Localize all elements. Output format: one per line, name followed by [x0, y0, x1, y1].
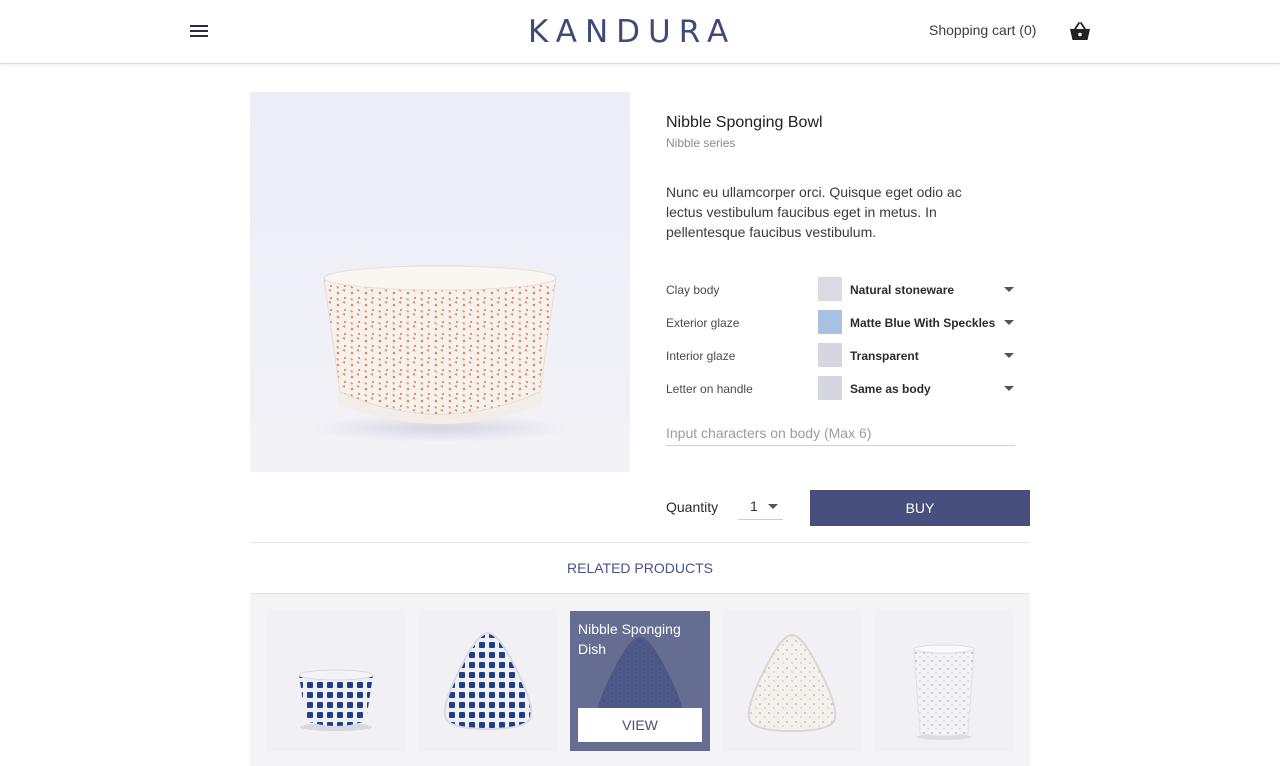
product-thumbnail	[443, 631, 533, 731]
menu-icon[interactable]	[190, 25, 210, 39]
related-products-section: RELATED PRODUCTS Nibble Sponging Dish VI…	[250, 542, 1030, 766]
product-title: Nibble Sponging Bowl	[666, 114, 823, 131]
letter-on-handle-select[interactable]: Same as body	[818, 376, 1016, 400]
interior-glaze-select[interactable]: Transparent	[818, 343, 1016, 367]
option-label: Letter on handle	[666, 382, 753, 396]
site-logo[interactable]: KANDURA	[528, 14, 754, 50]
caret-down-icon	[1004, 353, 1014, 358]
option-label: Exterior glaze	[666, 316, 740, 330]
shopping-cart-link[interactable]: Shopping cart (0)	[929, 22, 1036, 38]
option-row-letter-on-handle: Letter on handle Same as body	[666, 376, 1016, 402]
quantity-value: 1	[750, 498, 758, 514]
select-value: Same as body	[850, 382, 931, 396]
clay-body-select[interactable]: Natural stoneware	[818, 277, 1016, 301]
related-product-card-hovered[interactable]: Nibble Sponging Dish VIEW	[570, 611, 710, 751]
option-row-interior-glaze: Interior glaze Transparent	[666, 343, 1016, 369]
bowl-illustration	[310, 265, 570, 442]
select-value: Matte Blue With Speckles	[850, 316, 996, 330]
swatch	[818, 376, 842, 400]
related-products-title: RELATED PRODUCTS	[567, 560, 713, 576]
swatch	[818, 277, 842, 301]
product-thumbnail	[747, 633, 837, 733]
product-series: Nibble series	[666, 136, 736, 150]
product-description: Nunc eu ullamcorper orci. Quisque eget o…	[666, 184, 962, 240]
cart-count: (0)	[1019, 22, 1037, 38]
caret-down-icon	[768, 504, 778, 509]
caret-down-icon	[1004, 320, 1014, 325]
option-label: Clay body	[666, 283, 720, 297]
swatch	[818, 343, 842, 367]
product-image	[250, 92, 630, 472]
caret-down-icon	[1004, 287, 1014, 292]
product-thumbnail	[913, 644, 975, 740]
related-products-carousel: Nibble Sponging Dish VIEW	[250, 594, 1030, 766]
buy-button[interactable]: BUY	[810, 490, 1030, 526]
engraving-input[interactable]	[666, 420, 1015, 446]
shopping-basket-icon[interactable]	[1069, 22, 1091, 42]
swatch	[818, 310, 842, 334]
option-label: Interior glaze	[666, 349, 736, 363]
related-product-card[interactable]	[722, 611, 862, 751]
site-header: KANDURA Shopping cart (0)	[0, 0, 1280, 64]
cart-label: Shopping cart	[929, 22, 1016, 38]
related-product-card[interactable]	[266, 611, 406, 751]
related-product-name: Nibble Sponging Dish	[578, 621, 681, 657]
exterior-glaze-select[interactable]: Matte Blue With Speckles	[818, 310, 1016, 334]
select-value: Transparent	[850, 349, 919, 363]
option-row-clay-body: Clay body Natural stoneware	[666, 277, 1016, 303]
option-row-exterior-glaze: Exterior glaze Matte Blue With Speckles	[666, 310, 1016, 336]
related-product-card[interactable]	[874, 611, 1014, 751]
caret-down-icon	[1004, 386, 1014, 391]
product-thumbnail	[298, 669, 374, 731]
card-hover-overlay: Nibble Sponging Dish VIEW	[570, 611, 710, 751]
quantity-select[interactable]: 1	[738, 492, 783, 520]
related-product-card[interactable]	[418, 611, 558, 751]
quantity-label: Quantity	[666, 499, 719, 515]
view-button[interactable]: VIEW	[578, 708, 702, 742]
select-value: Natural stoneware	[850, 283, 955, 297]
